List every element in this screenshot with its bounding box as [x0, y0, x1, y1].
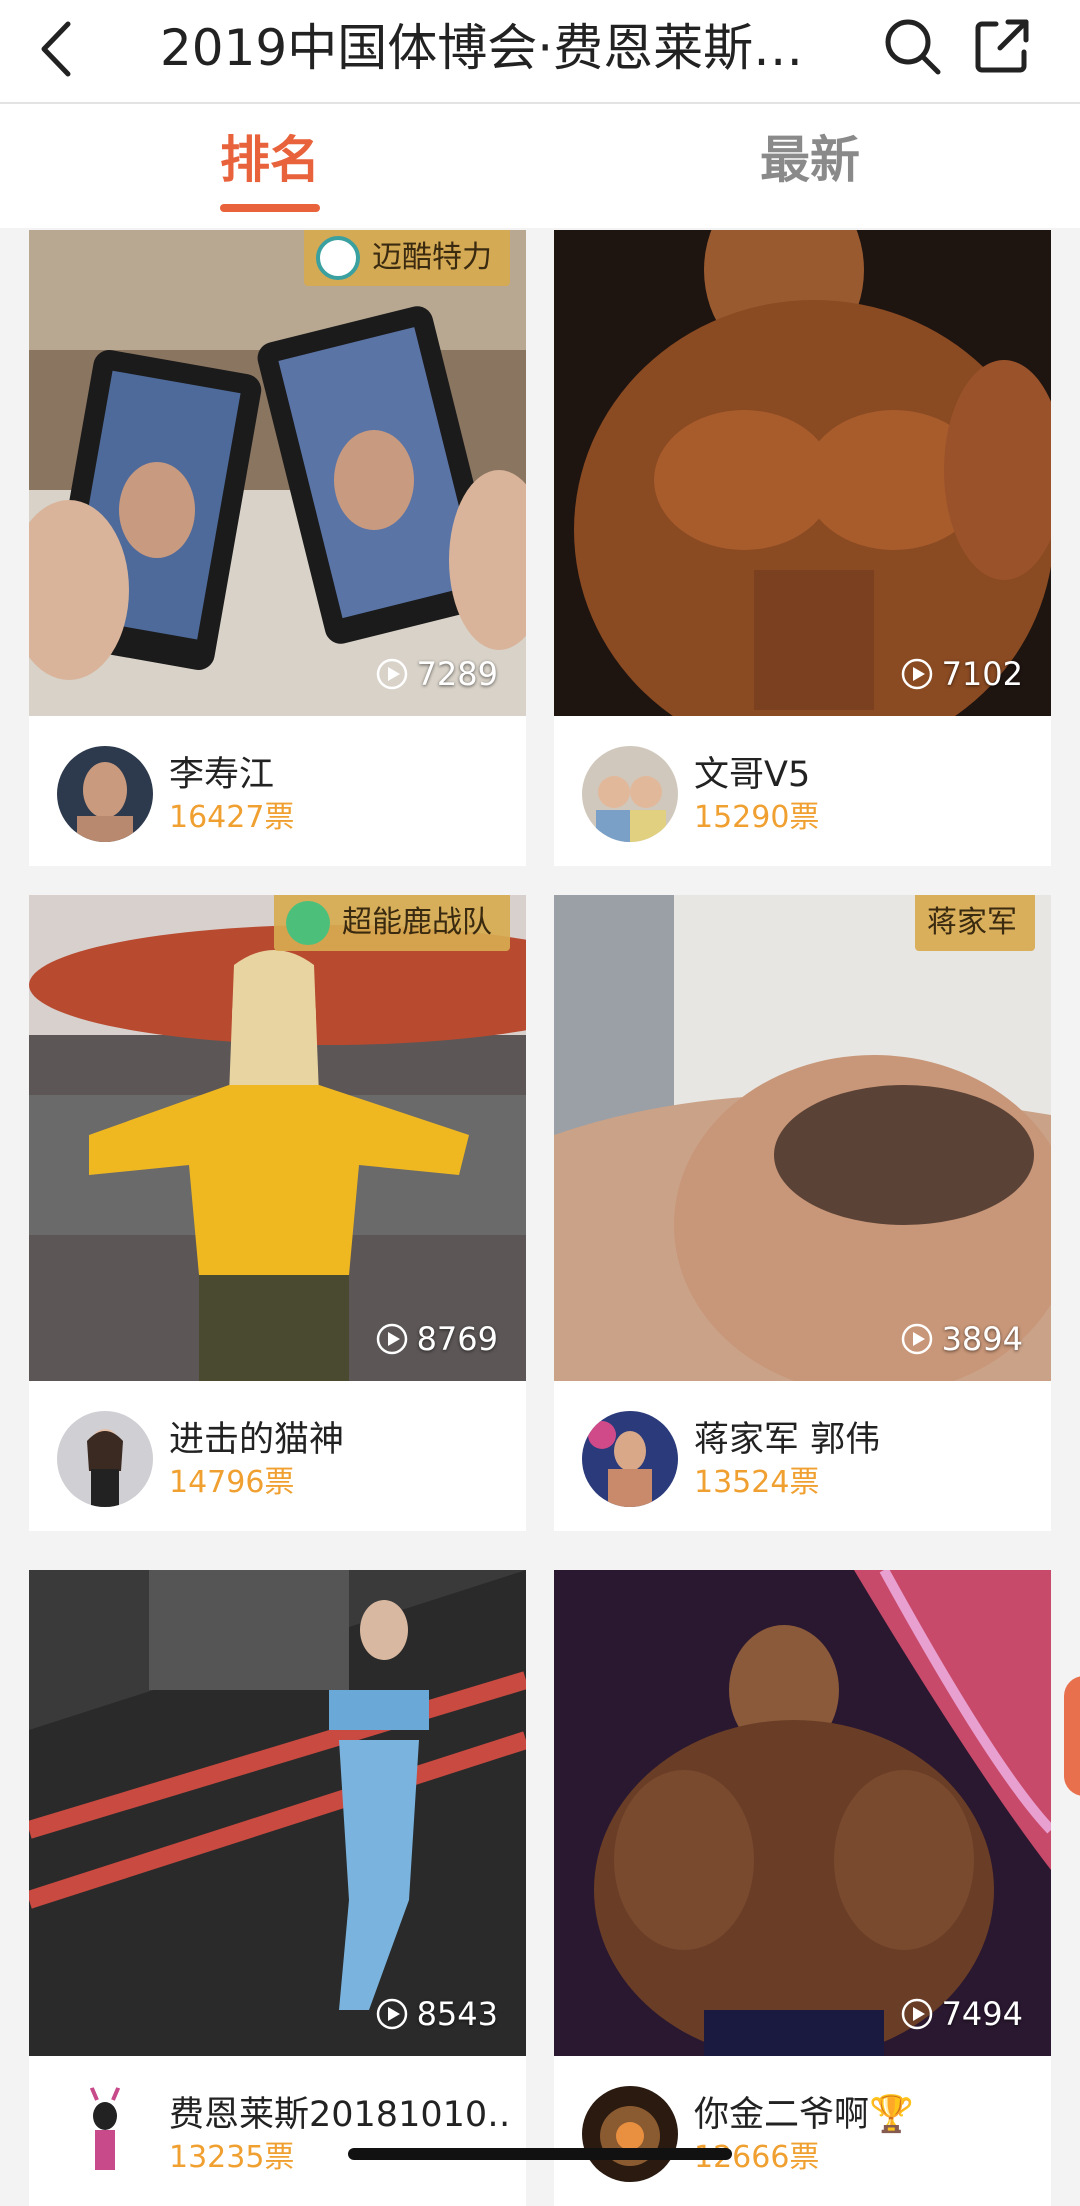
entry-info: 文哥V5 15290票 — [554, 716, 1051, 866]
chevron-left-icon — [41, 21, 71, 77]
play-icon — [376, 658, 407, 690]
avatar[interactable] — [57, 1411, 153, 1507]
tab-bar: 排名 最新 — [0, 104, 1080, 228]
search-icon — [885, 19, 941, 75]
video-thumbnail[interactable]: 蒋家军 3894 — [554, 895, 1051, 1381]
entry-name: 蒋家军 郭伟 — [694, 1420, 881, 1460]
play-icon — [901, 1323, 932, 1355]
entry-info: 进击的猫神 14796票 — [29, 1381, 526, 1531]
team-logo-icon — [286, 901, 330, 945]
entry-name: 文哥V5 — [694, 755, 811, 795]
back-button[interactable] — [30, 14, 90, 84]
video-thumbnail[interactable]: 7102 — [554, 230, 1051, 716]
trophy-icon: 🏆 — [869, 2094, 914, 2135]
top-bar: 2019中国体博会·费恩莱斯… — [0, 0, 1080, 104]
entry-card[interactable]: 蒋家军 3894 蒋家军 郭伟 13524票 — [554, 895, 1051, 1531]
video-thumbnail[interactable]: 7494 — [554, 1570, 1051, 2056]
video-thumbnail[interactable]: 超能鹿战队 8769 — [29, 895, 526, 1381]
entry-info: 你金二爷啊🏆 12666票 — [554, 2056, 1051, 2206]
home-indicator — [348, 2148, 732, 2160]
play-count: 8543 — [375, 1994, 498, 2034]
entry-info: 蒋家军 郭伟 13524票 — [554, 1381, 1051, 1531]
play-count: 7289 — [375, 654, 498, 694]
vote-count: 15290票 — [694, 800, 820, 835]
floating-side-button[interactable] — [1064, 1676, 1080, 1796]
video-thumbnail[interactable]: 8543 — [29, 1570, 526, 2056]
page-title: 2019中国体博会·费恩莱斯… — [160, 19, 800, 77]
entry-card[interactable]: 超能鹿战队 8769 进击的猫神 14796票 — [29, 895, 526, 1531]
entry-info: 李寿江 16427票 — [29, 716, 526, 866]
entry-info: 费恩莱斯20181010… 13235票 — [29, 2056, 526, 2206]
entry-name: 费恩莱斯20181010… — [169, 2095, 509, 2135]
play-count: 8769 — [375, 1319, 498, 1359]
play-icon — [901, 1998, 932, 2030]
share-icon — [975, 19, 1029, 73]
vote-count: 16427票 — [169, 800, 295, 835]
vote-count: 13235票 — [169, 2140, 295, 2175]
avatar[interactable] — [582, 1411, 678, 1507]
vote-count: 13524票 — [694, 1465, 820, 1500]
entry-card[interactable]: 7102 文哥V5 15290票 — [554, 230, 1051, 866]
team-badge: 蒋家军 — [915, 895, 1035, 951]
team-logo-icon — [316, 236, 360, 280]
entry-name: 李寿江 — [169, 755, 275, 795]
avatar[interactable] — [582, 746, 678, 842]
entry-card[interactable]: 7494 你金二爷啊🏆 12666票 — [554, 1570, 1051, 2206]
play-count: 7102 — [900, 654, 1023, 694]
play-icon — [376, 1323, 407, 1355]
entry-name: 你金二爷啊🏆 — [694, 2094, 914, 2135]
video-thumbnail[interactable]: 迈酷特力 7289 — [29, 230, 526, 716]
search-button[interactable] — [876, 10, 948, 82]
entry-name: 进击的猫神 — [169, 1420, 345, 1460]
entry-card[interactable]: 8543 费恩莱斯20181010… 13235票 — [29, 1570, 526, 2206]
avatar[interactable] — [57, 746, 153, 842]
entry-card[interactable]: 迈酷特力 7289 李寿江 16427票 — [29, 230, 526, 866]
share-button[interactable] — [966, 10, 1038, 82]
active-tab-indicator — [220, 204, 320, 212]
vote-count: 14796票 — [169, 1465, 295, 1500]
play-icon — [376, 1998, 407, 2030]
team-badge: 迈酷特力 — [304, 230, 510, 286]
avatar[interactable] — [582, 2086, 678, 2182]
avatar[interactable] — [57, 2086, 153, 2182]
tab-latest[interactable]: 最新 — [660, 104, 960, 228]
play-count: 7494 — [900, 1994, 1023, 2034]
play-count: 3894 — [900, 1319, 1023, 1359]
play-icon — [901, 658, 932, 690]
team-badge: 超能鹿战队 — [274, 895, 510, 951]
